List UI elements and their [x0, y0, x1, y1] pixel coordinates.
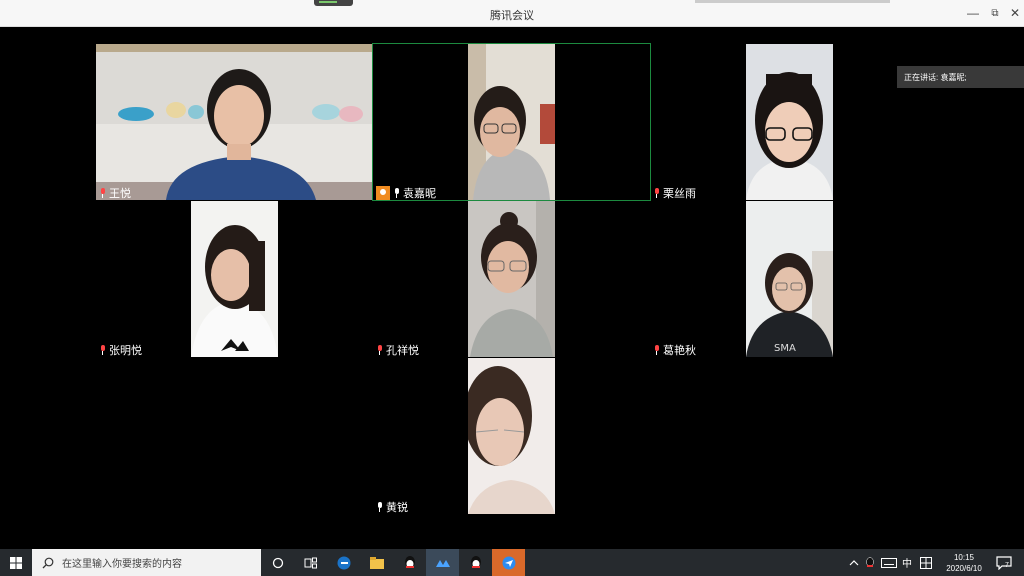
edge-browser-icon — [337, 556, 350, 569]
participant-label: 王悦 — [96, 185, 134, 200]
close-button[interactable]: ✕ — [1004, 3, 1024, 23]
network-indicator — [314, 0, 353, 6]
mic-muted-icon — [376, 344, 383, 355]
notification-icon — [996, 555, 1012, 570]
participant-name: 葛艳秋 — [663, 344, 696, 357]
taskbar-app-edge[interactable] — [327, 549, 360, 576]
top-popup-edge — [695, 0, 890, 3]
participant-video — [468, 358, 555, 514]
qq-penguin-icon — [470, 555, 481, 568]
chevron-up-icon — [849, 559, 859, 565]
task-view-button[interactable] — [294, 549, 327, 576]
participant-label: 栗丝雨 — [650, 185, 699, 200]
search-placeholder: 在这里输入你要搜索的内容 — [62, 559, 182, 570]
participant-name: 黄锐 — [386, 501, 408, 514]
send-arrow-icon — [502, 556, 515, 569]
video-grid: 王悦 袁嘉昵 栗丝雨 张明悦 孔祥悦 SMA 葛艳秋 黄锐 — [0, 27, 1024, 549]
notification-count: 7 — [1005, 562, 1009, 569]
speaking-indicator: 正在讲话: 袁嘉昵; — [897, 66, 1024, 88]
video-tile[interactable]: 张明悦 — [96, 201, 373, 357]
participant-label: 黄锐 — [373, 499, 411, 514]
svg-text:SMA: SMA — [774, 343, 796, 354]
keyboard-icon — [881, 557, 897, 568]
window-title: 腾讯会议 — [490, 10, 534, 22]
taskbar-app-qq-2[interactable] — [459, 549, 492, 576]
mic-muted-icon — [99, 187, 106, 198]
video-tile[interactable]: 王悦 — [96, 44, 373, 200]
host-icon — [376, 185, 390, 200]
video-tile[interactable]: 栗丝雨 — [650, 44, 927, 200]
search-icon — [42, 557, 54, 568]
participant-label: 袁嘉昵 — [373, 185, 439, 200]
video-tile-active[interactable]: 袁嘉昵 — [372, 43, 651, 201]
taskbar-app-tencent-meeting[interactable] — [426, 549, 459, 576]
taskbar-app-qq[interactable] — [393, 549, 426, 576]
participant-label: 张明悦 — [96, 342, 145, 357]
qq-penguin-icon — [866, 556, 874, 567]
qq-penguin-icon — [404, 555, 415, 568]
mic-muted-icon — [653, 344, 660, 355]
participant-label: 孔祥悦 — [373, 342, 422, 357]
participant-video — [468, 44, 555, 200]
action-center-button[interactable]: 7 — [992, 549, 1016, 576]
participant-video — [468, 201, 555, 357]
clock-time: 10:15 — [953, 553, 975, 562]
participant-name: 栗丝雨 — [663, 187, 696, 200]
participant-name: 袁嘉昵 — [403, 187, 436, 200]
participant-video — [191, 201, 278, 357]
tray-qq-icon-button[interactable] — [863, 549, 877, 576]
ime-mode-button[interactable] — [917, 549, 935, 576]
windows-logo-icon — [10, 556, 22, 569]
participant-label: 葛艳秋 — [650, 342, 699, 357]
ime-grid-icon — [920, 556, 932, 569]
minimize-button[interactable]: — — [962, 3, 984, 23]
restore-button[interactable]: ⧉ — [984, 3, 1006, 23]
mic-icon — [393, 187, 400, 198]
participant-name: 孔祥悦 — [386, 344, 419, 357]
folder-icon — [369, 556, 384, 569]
cortana-button[interactable] — [261, 549, 294, 576]
windows-taskbar: 在这里输入你要搜索的内容 中 10:15 2020/6/10 7 — [0, 549, 1024, 576]
clock-date: 2020/6/10 — [946, 564, 982, 573]
participant-name: 张明悦 — [109, 344, 142, 357]
system-clock[interactable]: 10:15 2020/6/10 — [939, 552, 989, 574]
video-tile[interactable]: 孔祥悦 — [373, 201, 650, 357]
start-button[interactable] — [0, 549, 32, 576]
taskbar-app-feishu[interactable] — [492, 549, 525, 576]
mic-muted-icon — [99, 344, 106, 355]
participant-video — [96, 44, 373, 200]
taskbar-app-file-explorer[interactable] — [360, 549, 393, 576]
touch-keyboard-button[interactable] — [879, 549, 899, 576]
video-tile[interactable]: SMA 葛艳秋 — [650, 201, 927, 357]
title-bar: 腾讯会议 — ⧉ ✕ — [0, 0, 1024, 27]
task-view-icon — [304, 557, 317, 568]
show-hidden-icons-button[interactable] — [847, 549, 861, 576]
participant-name: 王悦 — [109, 187, 131, 200]
ime-language-button[interactable]: 中 — [899, 549, 915, 576]
video-tile[interactable]: 黄锐 — [373, 358, 650, 514]
mic-icon — [376, 501, 383, 512]
mic-muted-icon — [653, 187, 660, 198]
cortana-circle-icon — [272, 557, 283, 568]
tencent-meeting-icon — [435, 559, 450, 567]
participant-video — [746, 44, 833, 200]
participant-video: SMA — [746, 201, 833, 357]
taskbar-search-box[interactable]: 在这里输入你要搜索的内容 — [32, 549, 261, 576]
